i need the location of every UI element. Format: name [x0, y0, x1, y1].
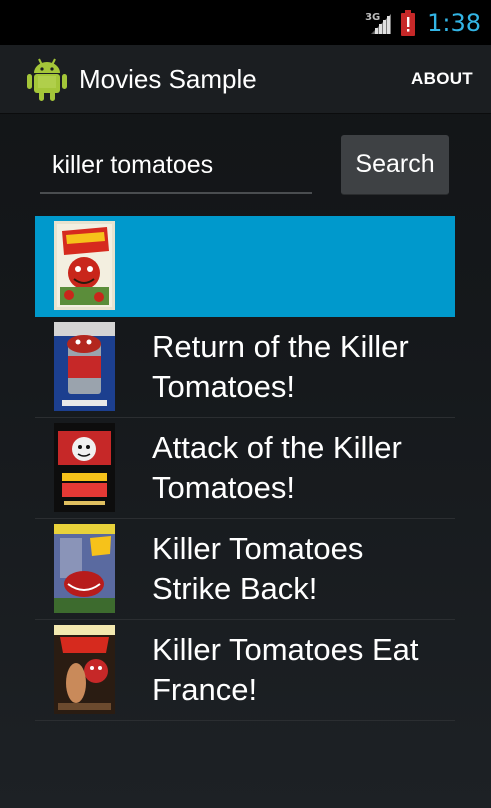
- status-bar: 3G 1:38: [0, 0, 491, 45]
- app-title: Movies Sample: [79, 64, 257, 94]
- status-icons: 3G 1:38: [365, 6, 481, 40]
- results-list: Return of the Killer Tomatoes! Attack of…: [35, 216, 455, 721]
- clock: 1:38: [427, 9, 481, 37]
- movie-poster-thumbnail: [54, 423, 115, 512]
- list-item-selected[interactable]: [35, 216, 455, 317]
- search-input[interactable]: [52, 148, 307, 182]
- search-field[interactable]: [40, 140, 312, 194]
- movie-poster-thumbnail: [54, 221, 115, 310]
- movie-title: Killer Tomatoes Eat France!: [152, 632, 419, 707]
- signal-icon: 3G: [365, 10, 393, 36]
- android-robot-icon[interactable]: [26, 56, 68, 102]
- search-button[interactable]: Search: [341, 135, 449, 195]
- list-item[interactable]: Killer Tomatoes Strike Back!: [35, 519, 455, 620]
- about-button[interactable]: ABOUT: [411, 68, 473, 90]
- app-screen: 3G 1:38 Movies Sample ABOUT killer tomat…: [0, 0, 491, 808]
- movie-poster-thumbnail: [54, 524, 115, 613]
- battery-alert-icon: [401, 10, 416, 36]
- movie-title: Killer Tomatoes Strike Back!: [152, 531, 364, 606]
- list-item[interactable]: Attack of the Killer Tomatoes!: [35, 418, 455, 519]
- movie-title: Attack of the Killer Tomatoes!: [152, 430, 402, 505]
- action-bar: Movies Sample ABOUT: [0, 45, 491, 114]
- list-item[interactable]: Return of the Killer Tomatoes!: [35, 317, 455, 418]
- movie-poster-thumbnail: [54, 322, 115, 411]
- movie-poster-thumbnail: [54, 625, 115, 714]
- list-item[interactable]: Killer Tomatoes Eat France!: [35, 620, 455, 721]
- movie-title: Return of the Killer Tomatoes!: [152, 329, 409, 404]
